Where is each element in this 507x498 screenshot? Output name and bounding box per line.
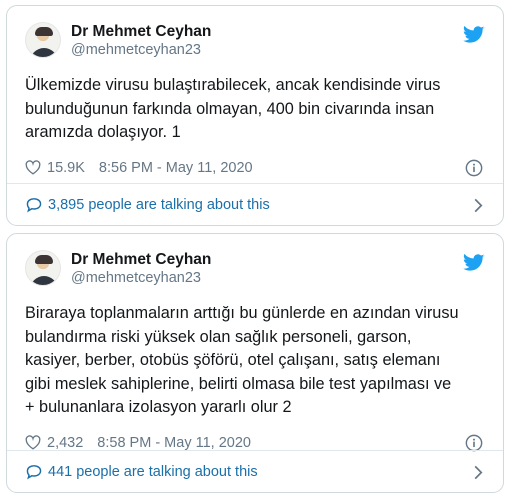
speech-bubble-icon <box>26 198 42 213</box>
info-icon[interactable] <box>465 159 483 177</box>
chevron-right-icon[interactable] <box>473 198 483 213</box>
like-count[interactable]: 15.9K <box>47 160 85 176</box>
chevron-right-icon[interactable] <box>473 465 483 480</box>
heart-icon[interactable] <box>25 160 41 175</box>
author-handle[interactable]: @mehmetceyhan23 <box>71 269 211 287</box>
avatar[interactable] <box>25 22 61 58</box>
talking-about-link[interactable]: 3,895 people are talking about this <box>7 184 503 225</box>
talking-count[interactable]: 441 people are talking about this <box>48 464 258 480</box>
tweet-meta: 15.9K 8:56 PM - May 11, 2020 <box>25 157 485 179</box>
heart-icon[interactable] <box>25 435 41 450</box>
tweet-header: Dr Mehmet Ceyhan @mehmetceyhan23 <box>25 248 485 288</box>
twitter-bird-icon[interactable] <box>463 26 485 44</box>
tweet-card[interactable]: Dr Mehmet Ceyhan @mehmetceyhan23 Biraray… <box>6 233 504 493</box>
tweet-text: Biraraya toplanmaların arttığı bu günler… <box>25 304 459 416</box>
avatar[interactable] <box>25 250 61 286</box>
author-handle[interactable]: @mehmetceyhan23 <box>71 41 211 59</box>
talking-count[interactable]: 3,895 people are talking about this <box>48 197 270 213</box>
tweet-text: Ülkemizde virusu bulaştırabilecek, ancak… <box>25 76 441 141</box>
tweet-card[interactable]: Dr Mehmet Ceyhan @mehmetceyhan23 Ülkemiz… <box>6 5 504 226</box>
like-count[interactable]: 2,432 <box>47 435 83 451</box>
info-icon[interactable] <box>465 434 483 452</box>
author-name[interactable]: Dr Mehmet Ceyhan <box>71 250 211 269</box>
speech-bubble-icon <box>26 465 42 480</box>
tweet-header: Dr Mehmet Ceyhan @mehmetceyhan23 <box>25 20 485 60</box>
author-name[interactable]: Dr Mehmet Ceyhan <box>71 22 211 41</box>
timestamp-link[interactable]: 8:56 PM - May 11, 2020 <box>99 160 253 176</box>
talking-about-link[interactable]: 441 people are talking about this <box>7 451 503 492</box>
twitter-bird-icon[interactable] <box>463 254 485 272</box>
timestamp-link[interactable]: 8:58 PM - May 11, 2020 <box>97 435 251 451</box>
